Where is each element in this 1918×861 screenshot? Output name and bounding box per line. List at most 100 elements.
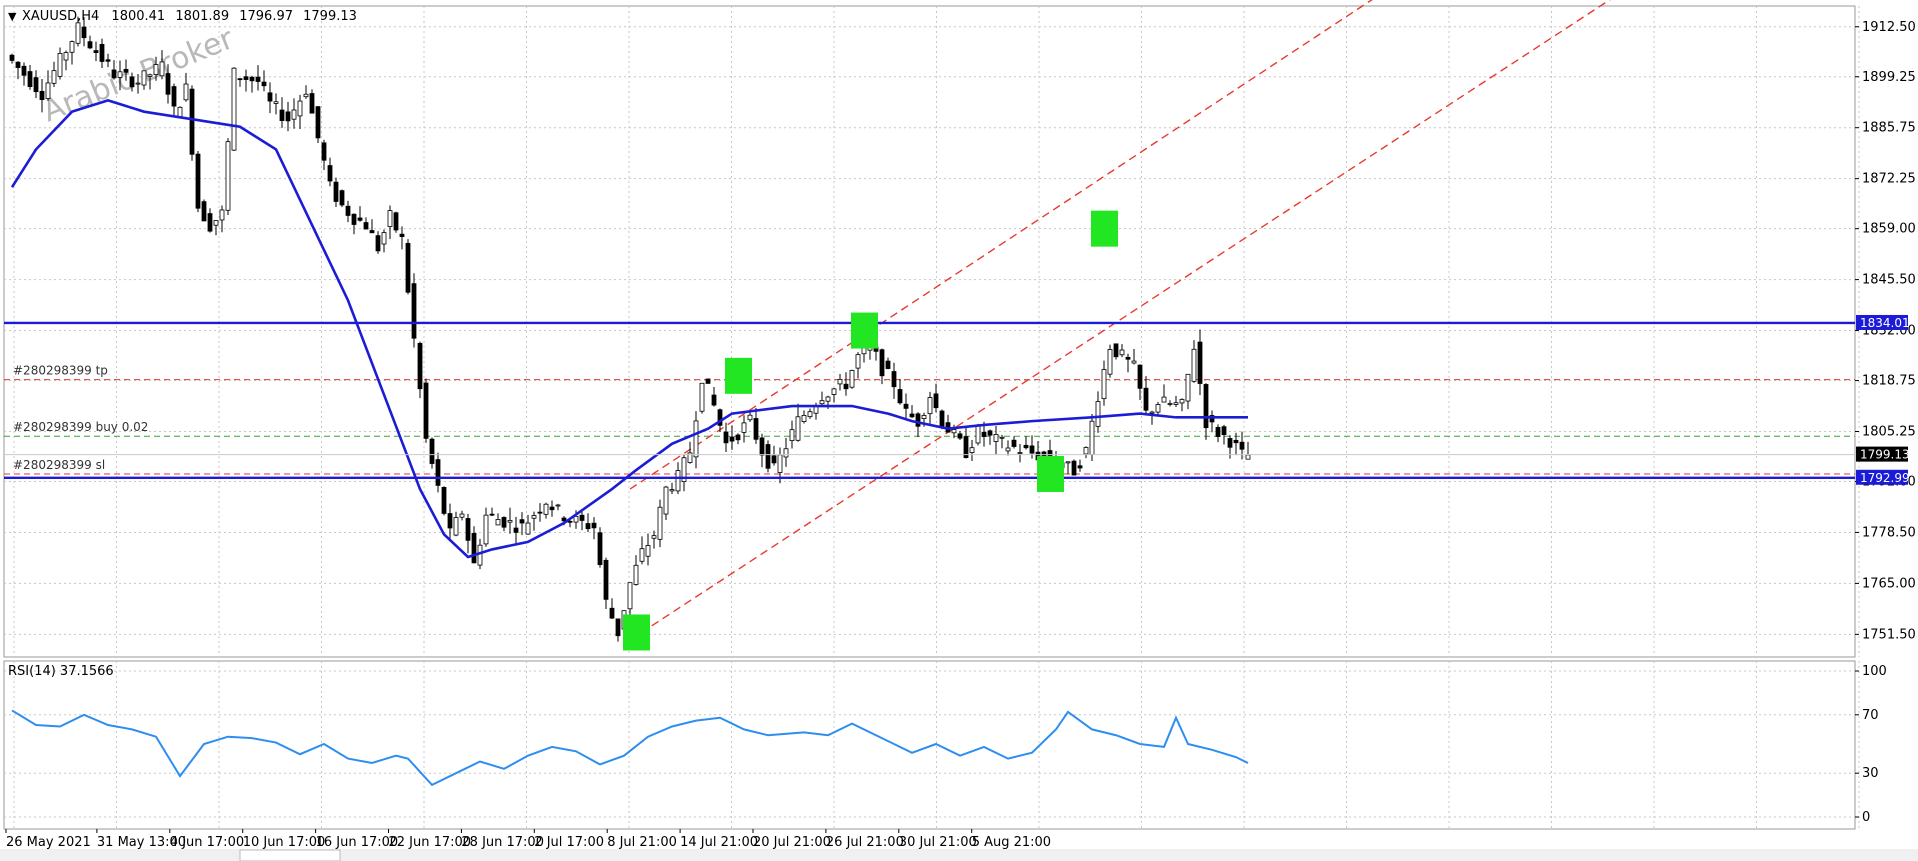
candle-body [201, 201, 207, 222]
candle-body [765, 444, 771, 469]
candle-body [1233, 439, 1239, 444]
candle-body [429, 438, 435, 464]
candle-body [333, 181, 339, 202]
candle-body [69, 41, 75, 53]
candle-body [633, 564, 639, 585]
candle-body [837, 378, 843, 385]
candle-body [591, 522, 597, 529]
candle-body [279, 109, 285, 121]
candle-body [111, 69, 117, 79]
candle-body [453, 517, 459, 536]
candle-body [219, 209, 225, 221]
candle-body [45, 82, 51, 99]
candle-body [1203, 384, 1209, 429]
candle-body [393, 212, 399, 231]
symbol-header[interactable]: ▼ XAUUSD,H4 1800.41 1801.89 1796.97 1799… [8, 9, 357, 24]
candle-body [663, 486, 669, 515]
candle-body [207, 213, 213, 232]
candle-body [93, 50, 99, 54]
candle-body [657, 506, 663, 540]
candle-body [933, 393, 939, 409]
candle-body [495, 519, 501, 526]
candle-body [129, 76, 135, 88]
level-price-tag-label: 1834.01 [1860, 316, 1910, 330]
candle-body [9, 54, 15, 61]
candle-body [87, 41, 93, 49]
bid-price-tag-label: 1799.13 [1860, 448, 1910, 462]
green-marker [623, 614, 650, 651]
green-marker [725, 357, 752, 394]
candle-body [1005, 447, 1011, 452]
candle-body [1215, 427, 1221, 437]
candle-body [675, 470, 681, 492]
candle-body [831, 388, 837, 395]
candle-body [33, 77, 39, 93]
candle-body [783, 448, 789, 458]
candle-body [1155, 404, 1161, 413]
candle-body [735, 434, 741, 441]
candle-body [351, 213, 357, 225]
chart-menu-icon[interactable]: ▼ [8, 10, 17, 23]
candle-body [1245, 454, 1251, 460]
candle-body [1137, 364, 1143, 389]
candle-body [801, 415, 807, 422]
candle-body [891, 371, 897, 388]
order-label: #280298399 buy 0.02 [13, 420, 148, 434]
candle-body [993, 434, 999, 442]
candle-body [75, 22, 81, 44]
candle-body [645, 545, 651, 557]
candle-body [261, 81, 267, 87]
trading-chart[interactable]: Arabic Broker #280298399 tp#280298399 bu… [0, 0, 1918, 861]
candle-body [315, 106, 321, 139]
candle-body [567, 520, 573, 523]
green-marker [1091, 210, 1118, 247]
time-tick-label: 26 Jul 21:00 [826, 835, 904, 850]
candle-body [513, 527, 519, 533]
rsi-tick-label: 30 [1862, 766, 1879, 781]
candle-body [471, 532, 477, 564]
open-value: 1800.41 [111, 9, 165, 24]
candle-body [1161, 396, 1167, 403]
candle-body [39, 90, 45, 100]
time-axis[interactable]: 26 May 2021 31 May 13:004 Jun 17:0010 Jun… [5, 829, 1051, 850]
rsi-title: RSI(14) 37.1566 [8, 664, 114, 679]
candle-body [777, 454, 783, 473]
candle-body [375, 235, 381, 252]
candle-body [483, 514, 489, 545]
candle-body [423, 382, 429, 439]
candle-body [387, 210, 393, 227]
candle-body [1017, 452, 1023, 454]
candle-body [1029, 445, 1035, 454]
candle-body [81, 26, 87, 39]
candle-body [651, 535, 657, 539]
active-chart-tab[interactable] [239, 849, 341, 861]
candle-body [1167, 403, 1173, 405]
candle-body [465, 518, 471, 541]
order-label: #280298399 sl [13, 458, 105, 472]
candle-body [969, 447, 975, 453]
candle-body [327, 165, 333, 182]
candle-body [411, 283, 417, 339]
candle-body [999, 436, 1005, 439]
candle-body [243, 76, 249, 80]
candle-body [177, 106, 183, 118]
candle-body [405, 242, 411, 293]
candle-body [339, 190, 345, 206]
price-tick-label: 1845.50 [1862, 273, 1916, 288]
candle-body [855, 354, 861, 369]
candle-body [795, 416, 801, 441]
candle-body [639, 548, 645, 562]
price-tick-label: 1885.75 [1862, 121, 1916, 136]
candle-body [345, 205, 351, 216]
candle-body [1149, 411, 1155, 414]
candle-body [1101, 369, 1107, 400]
candle-body [99, 44, 105, 62]
price-tags: 1834.01 1792.99 1799.13 [1856, 314, 1910, 485]
price-axis[interactable]: 1912.50 1899.25 1885.75 1872.25 1859.00 1845.… [1855, 20, 1916, 643]
candle-body [447, 513, 453, 529]
low-value: 1796.97 [239, 9, 293, 24]
time-tick-label: 22 Jun 17:00 [389, 835, 472, 850]
time-tick-label: 16 Jun 17:00 [316, 835, 399, 850]
candle-body [501, 517, 507, 528]
candle-body [141, 70, 147, 86]
